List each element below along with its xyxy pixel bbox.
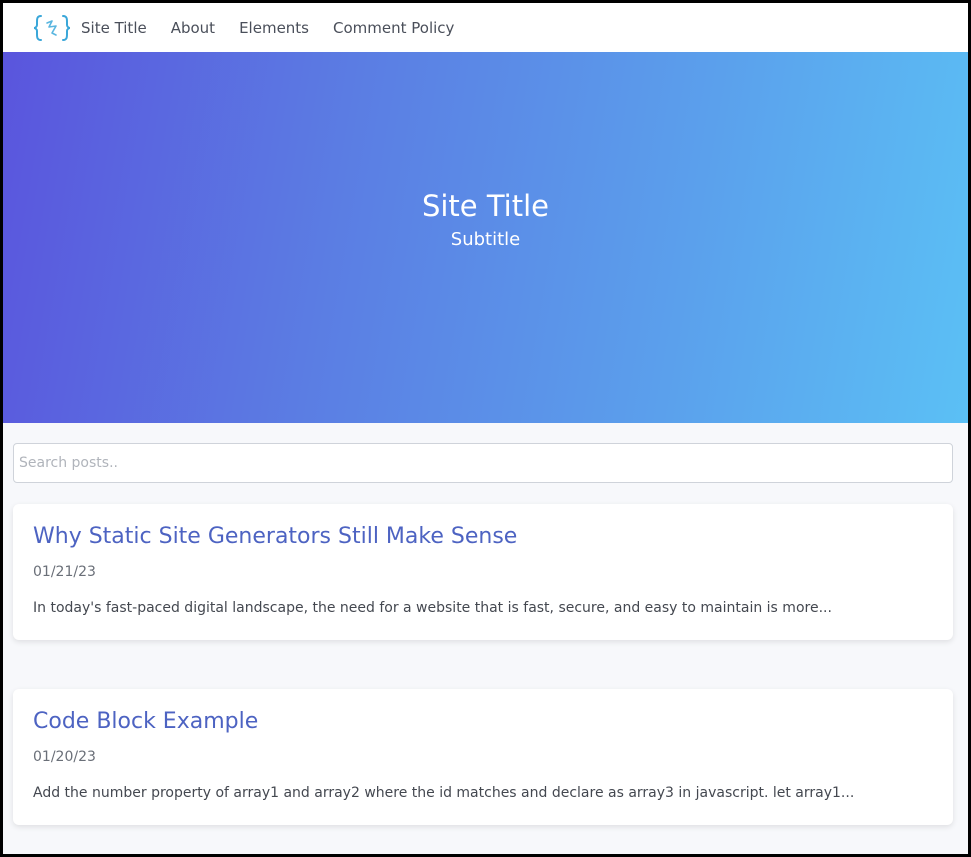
post-card: Code Block Example 01/20/23 Add the numb… <box>13 689 953 825</box>
post-excerpt: In today's fast-paced digital landscape,… <box>33 600 832 616</box>
post-date: 01/21/23 <box>33 564 96 580</box>
nav-link-about[interactable]: About <box>171 19 215 37</box>
hero-title: Site Title <box>421 188 550 223</box>
hero-banner: Site Title Subtitle <box>3 52 968 423</box>
nav-link-elements[interactable]: Elements <box>239 19 309 37</box>
hero-subtitle: Subtitle <box>450 228 521 250</box>
top-navbar: Site Title About Elements Comment Policy <box>3 3 968 52</box>
nav-site-title[interactable]: Site Title <box>81 19 147 37</box>
post-date: 01/20/23 <box>33 749 96 765</box>
curly-braces-logo-icon <box>33 14 71 41</box>
main-content: Why Static Site Generators Still Make Se… <box>3 423 968 825</box>
browser-viewport: Site Title About Elements Comment Policy… <box>3 3 968 854</box>
site-logo[interactable] <box>33 13 71 43</box>
post-excerpt: Add the number property of array1 and ar… <box>33 785 855 801</box>
post-card: Why Static Site Generators Still Make Se… <box>13 504 953 640</box>
post-title-link[interactable]: Code Block Example <box>33 707 933 737</box>
post-title-link[interactable]: Why Static Site Generators Still Make Se… <box>33 522 933 552</box>
nav-link-comment-policy[interactable]: Comment Policy <box>333 19 454 37</box>
search-input[interactable] <box>13 443 953 483</box>
